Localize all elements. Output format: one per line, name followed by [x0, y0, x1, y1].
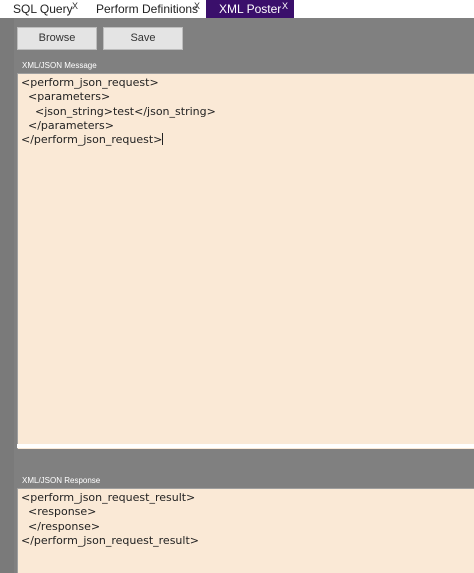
tab-label: SQL Query [13, 2, 73, 16]
tab-xml-poster[interactable]: XML Poster X [206, 0, 294, 18]
tab-label: XML Poster [219, 2, 282, 16]
message-label: XML/JSON Message [22, 61, 97, 70]
tab-sql-query[interactable]: SQL Query X [0, 0, 86, 18]
code-line: <perform_json_request_result> [21, 491, 196, 504]
close-icon[interactable]: X [194, 0, 200, 15]
response-editor[interactable]: <perform_json_request_result> <response>… [17, 488, 474, 573]
tab-perform-definitions[interactable]: Perform Definitions X [86, 0, 206, 18]
browse-button[interactable]: Browse [17, 27, 97, 50]
code-line: <perform_json_request> [21, 76, 159, 89]
code-line: </perform_json_request_result> [21, 533, 199, 547]
save-button[interactable]: Save [103, 27, 183, 50]
response-label: XML/JSON Response [22, 476, 101, 485]
code-line: <json_string>test</json_string> [21, 104, 216, 118]
text-caret [162, 133, 164, 146]
code-line: <parameters> [21, 90, 111, 104]
code-line-text: </perform_json_request> [21, 133, 163, 147]
code-line: </parameters> [21, 118, 114, 132]
close-icon[interactable]: X [282, 0, 288, 15]
tab-label: Perform Definitions [96, 2, 199, 16]
code-line: <response> [21, 505, 97, 519]
message-editor[interactable]: <perform_json_request> <parameters> <jso… [17, 73, 474, 449]
panel-left-strip [0, 18, 14, 573]
section-divider [17, 444, 474, 448]
code-line: </response> [21, 519, 101, 533]
close-icon[interactable]: X [72, 0, 78, 15]
tab-bar: SQL Query X Perform Definitions X XML Po… [0, 0, 474, 18]
xml-poster-panel: Browse Save XML/JSON Message <perform_js… [0, 18, 474, 573]
code-line-last: </perform_json_request> [21, 133, 471, 147]
